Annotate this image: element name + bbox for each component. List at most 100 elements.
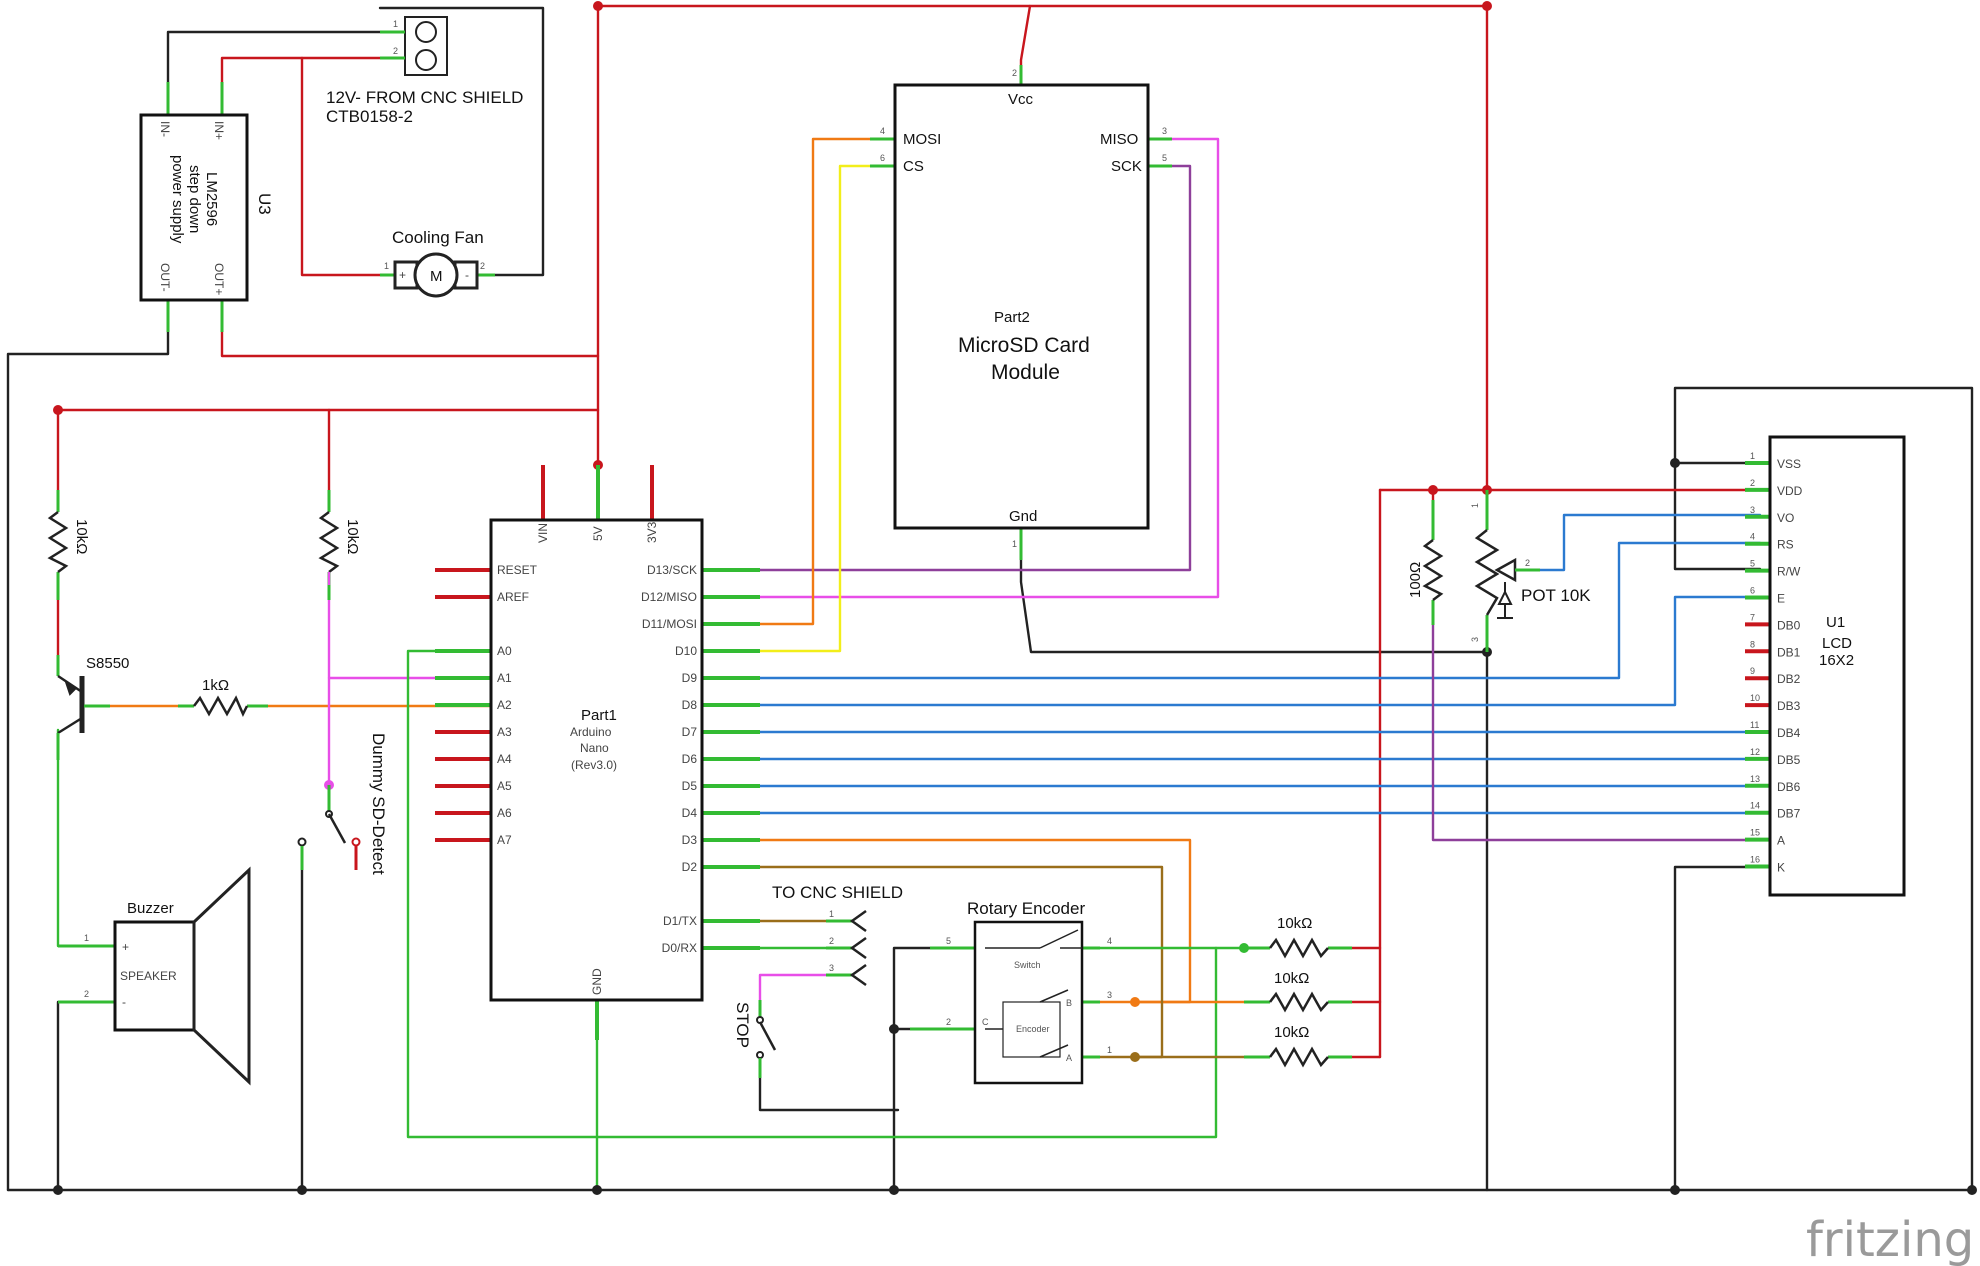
nano-pin-a0: A0 xyxy=(497,644,512,658)
lcd-name-line2: 16X2 xyxy=(1819,652,1854,669)
encoder-pinnum: 1 xyxy=(1107,1045,1112,1055)
nano-pin-a5: A5 xyxy=(497,779,512,793)
junction xyxy=(1482,1,1492,11)
lcd-name-line1: LCD xyxy=(1822,635,1852,652)
buzzer-minus: - xyxy=(122,995,126,1009)
cnc-pin-chevron xyxy=(849,909,867,933)
resistor-zigzag xyxy=(1269,937,1329,959)
sd-pin-cs: CS xyxy=(903,158,924,175)
lcd-pinnum: 5 xyxy=(1750,559,1755,569)
lcd-pinnum: 1 xyxy=(1750,451,1755,461)
resistor-zigzag xyxy=(1269,991,1329,1013)
buzzer-pin2: 2 xyxy=(84,989,89,999)
cnc-header-label: TO CNC SHIELD xyxy=(772,883,903,902)
junction xyxy=(53,405,63,415)
sd-pinnum-cs: 6 xyxy=(880,153,885,163)
sd-pin-gnd: Gnd xyxy=(1009,508,1037,525)
sd-pinnum-vcc: 2 xyxy=(1012,68,1017,78)
connector-pin-circle xyxy=(415,21,437,43)
cnc-pin2: 2 xyxy=(829,936,834,946)
ps-name-line1: LM2596 xyxy=(203,172,220,226)
lcd-pinnum: 10 xyxy=(1750,693,1760,703)
collector-buzzer-wire xyxy=(56,728,117,948)
lcd-pinnum: 11 xyxy=(1750,720,1759,730)
resistor-value: 10kΩ xyxy=(1274,1024,1309,1041)
junction xyxy=(1428,485,1438,495)
encoder-pinnum: 4 xyxy=(1107,936,1112,946)
resistor-lcd-100: 100Ω xyxy=(1407,500,1444,625)
sd-title-line2: Module xyxy=(991,361,1060,384)
connector-pin1: 1 xyxy=(393,19,398,29)
resistor-value: 10kΩ xyxy=(73,519,90,554)
junction xyxy=(889,1185,899,1195)
ps-pin-out-plus: OUT+ xyxy=(212,263,226,295)
lcd-pin-db1: DB1 xyxy=(1777,645,1801,659)
nano-pin-d2: D2 xyxy=(682,860,698,874)
cnc-12v-connector: 1 2 12V- FROM CNC SHIELD CTB0158-2 xyxy=(326,16,523,126)
junction xyxy=(593,1,603,11)
lcd-pin-db3: DB3 xyxy=(1777,699,1801,713)
lcd-pin-vss: VSS xyxy=(1777,457,1801,471)
lcd-pinnum: 13 xyxy=(1750,774,1760,784)
cs-wire xyxy=(700,164,895,653)
nano-name-line1: Arduino xyxy=(570,725,612,739)
resistor-value: 10kΩ xyxy=(344,519,361,554)
ps-pin-in-plus: IN+ xyxy=(212,121,226,140)
lcd-pin-db6: DB6 xyxy=(1777,780,1801,794)
nano-pin-d12-miso: D12/MISO xyxy=(641,590,697,604)
lcd-pin-k: K xyxy=(1777,861,1785,875)
lcd-pin-db7: DB7 xyxy=(1777,807,1801,821)
stop-label: STOP xyxy=(733,1002,752,1048)
cnc-header: TO CNC SHIELD 1 2 3 xyxy=(772,883,903,987)
lcd-pin-db0: DB0 xyxy=(1777,618,1801,632)
encoder-pin-c: C xyxy=(982,1017,989,1027)
sd-detect-label: Dummy SD-Detect xyxy=(369,733,388,875)
encoder-c-ground xyxy=(892,946,977,1031)
sd-pin-miso: MISO xyxy=(1100,131,1138,148)
nano-pin-a1: A1 xyxy=(497,671,512,685)
arduino-nano: VIN 5V 3V3 GND RESET AREF A0 A1 A2 A3 A4 A5 A6 A7… xyxy=(435,465,760,1040)
lcd-pinnum: 4 xyxy=(1750,532,1755,542)
lcd-pinnum: 16 xyxy=(1750,855,1760,865)
stop-cnc-wire xyxy=(758,973,847,1012)
lcd-pin-a: A xyxy=(1777,834,1785,848)
pot-pin3: 3 xyxy=(1470,637,1480,642)
buzzer-horn xyxy=(192,866,251,1086)
lcd-pin-rs: RS xyxy=(1777,538,1794,552)
sd-pin-vcc: Vcc xyxy=(1008,91,1034,108)
sd-pinnum-gnd: 1 xyxy=(1012,539,1017,549)
resistor-zigzag xyxy=(1422,539,1444,601)
sd-pinnum-sck: 5 xyxy=(1162,153,1167,163)
schematic-canvas: 1 2 12V- FROM CNC SHIELD CTB0158-2 IN- I… xyxy=(6,1,1977,1266)
encoder-label: Rotary Encoder xyxy=(967,899,1085,918)
lcd-pin-rw: R/W xyxy=(1777,565,1801,579)
resistor-left-10k: 10kΩ xyxy=(47,490,90,600)
lcd-leads: 12345678910111213141516 xyxy=(1745,451,1770,869)
resistor-enc-2: 10kΩ xyxy=(1244,970,1352,1013)
lcd-pin-vdd: VDD xyxy=(1777,484,1803,498)
pot-label: POT 10K xyxy=(1521,586,1591,605)
junction xyxy=(1967,1185,1977,1195)
nano-pin-d6: D6 xyxy=(682,752,698,766)
resistor-zigzag xyxy=(193,695,249,717)
sd-body xyxy=(893,83,1150,530)
nano-pin-5v: 5V xyxy=(591,526,605,541)
lcd-pinnum: 14 xyxy=(1750,801,1760,811)
nano-pin-d3: D3 xyxy=(682,833,698,847)
sd-pin-sck: SCK xyxy=(1111,158,1142,175)
encoder-pin-a: A xyxy=(1066,1053,1072,1063)
stop-switch: STOP xyxy=(733,1000,777,1078)
ground-left-vertical xyxy=(6,298,170,1192)
nano-pin-d7: D7 xyxy=(682,725,698,739)
junction xyxy=(889,1024,899,1034)
encoder-pin-b: B xyxy=(1066,998,1072,1008)
stop-ground xyxy=(758,1073,900,1112)
buzzer-pin1: 1 xyxy=(84,933,89,943)
lcd-pinnum: 7 xyxy=(1750,612,1755,622)
buzzer-plus: + xyxy=(122,940,129,954)
lcd-pin-db4: DB4 xyxy=(1777,726,1801,740)
lcd-16x2: 12345678910111213141516 VSSVDDVORSR/WEDB… xyxy=(1745,435,1906,897)
switch-lever xyxy=(327,813,347,844)
junction xyxy=(1670,458,1680,468)
nano-pin-3v3: 3V3 xyxy=(645,521,659,543)
